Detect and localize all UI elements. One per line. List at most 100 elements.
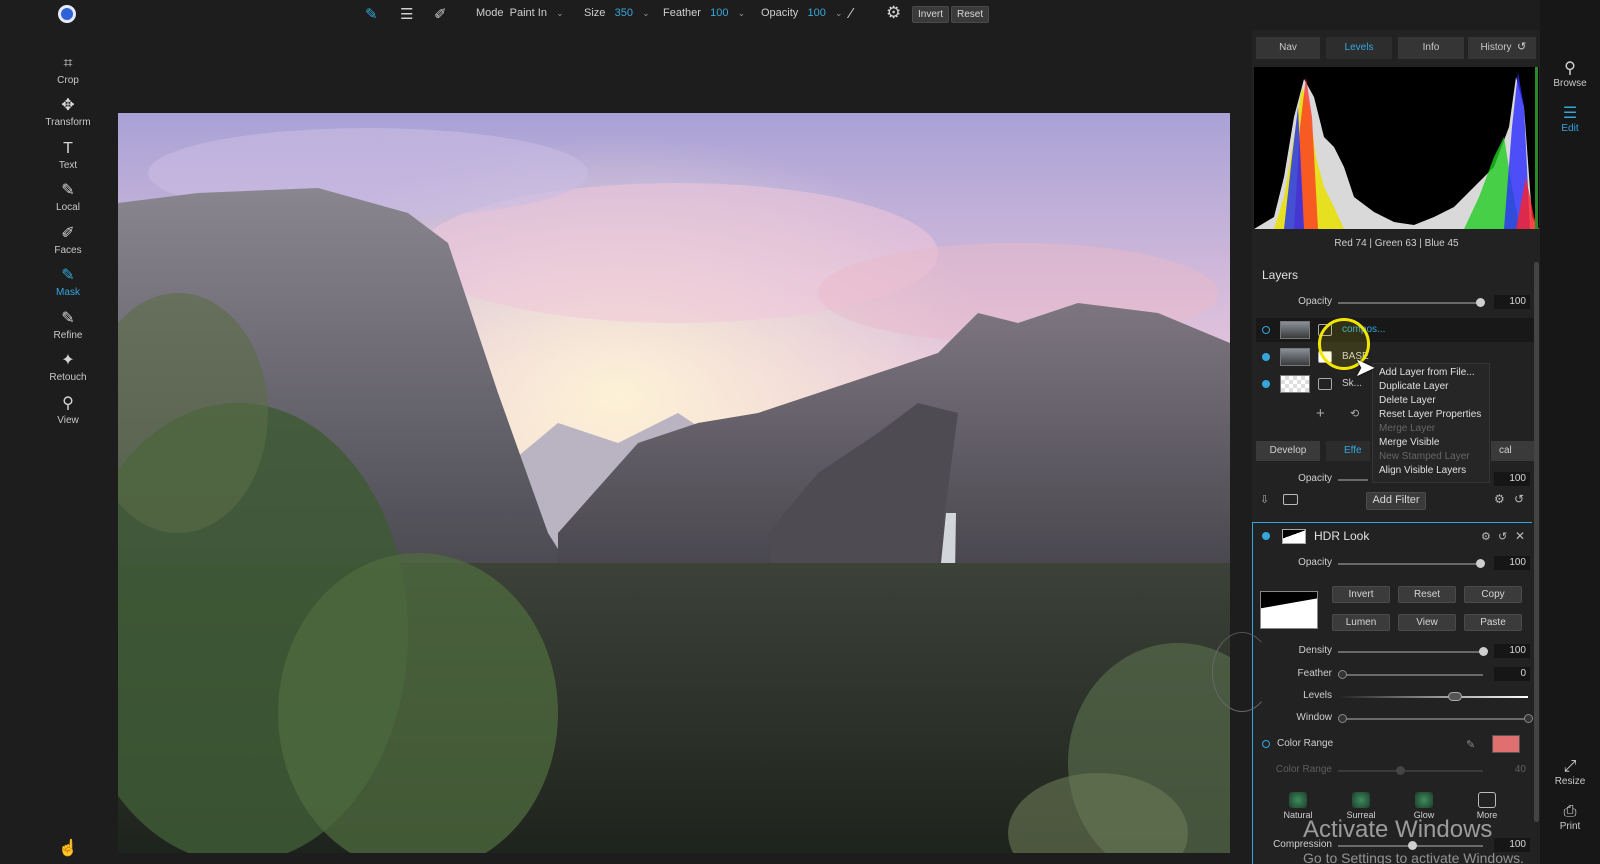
reset-button[interactable]: Reset bbox=[951, 6, 990, 23]
tab-effects[interactable]: Effe bbox=[1326, 441, 1370, 461]
panel-collapse-handle[interactable] bbox=[1212, 632, 1272, 712]
gear-icon[interactable]: ⚙ bbox=[1494, 492, 1505, 506]
hand-icon: ☝ bbox=[58, 840, 78, 857]
mask-paste-button[interactable]: Paste bbox=[1464, 614, 1522, 631]
tool-refine[interactable]: ✎ Refine bbox=[40, 310, 96, 341]
tool-crop[interactable]: ⌗ Crop bbox=[40, 55, 96, 86]
tool-retouch[interactable]: ✦ Retouch bbox=[40, 352, 96, 383]
tab-local[interactable]: cal bbox=[1491, 441, 1535, 461]
slider-knob[interactable] bbox=[1479, 647, 1488, 656]
reset-icon[interactable]: ↺ bbox=[1498, 530, 1507, 543]
menu-item-delete-layer[interactable]: Delete Layer bbox=[1379, 395, 1436, 406]
histogram-graph bbox=[1254, 67, 1539, 229]
mask-lumen-button[interactable]: Lumen bbox=[1332, 614, 1390, 631]
filter-presets-icon[interactable]: ⇩ bbox=[1260, 493, 1269, 506]
effects-opacity-value[interactable]: 100 bbox=[1494, 472, 1530, 486]
reset-icon[interactable]: ↺ bbox=[1514, 492, 1524, 506]
filter-mask-icon bbox=[1282, 529, 1306, 544]
invert-button[interactable]: Invert bbox=[912, 6, 950, 23]
levels-range-handle[interactable] bbox=[1448, 692, 1462, 701]
magic-wand-icon[interactable]: ⁄ bbox=[850, 5, 853, 22]
layer-visibility-toggle[interactable] bbox=[1262, 353, 1270, 361]
size-value[interactable]: 350 bbox=[615, 7, 633, 19]
mask-preview-thumbnail[interactable] bbox=[1260, 591, 1318, 629]
hdr-opacity-value[interactable]: 100 bbox=[1494, 556, 1530, 570]
layer-options-icon[interactable]: ⟲ bbox=[1350, 407, 1359, 420]
tab-nav[interactable]: Nav bbox=[1256, 37, 1320, 59]
history-undo-icon: ↺ bbox=[1517, 41, 1527, 53]
opacity-control[interactable]: Opacity 100 ⌄ bbox=[761, 7, 843, 19]
chisel-brush-icon[interactable]: ✐ bbox=[434, 5, 447, 23]
mask-toggle-icon[interactable] bbox=[1283, 494, 1298, 505]
module-label: Print bbox=[1559, 821, 1581, 832]
menu-item-new-stamped-layer: New Stamped Layer bbox=[1379, 451, 1470, 462]
color-range-swatch[interactable] bbox=[1492, 735, 1520, 753]
density-slider[interactable] bbox=[1338, 647, 1488, 656]
add-filter-button[interactable]: Add Filter bbox=[1366, 492, 1426, 510]
tab-levels[interactable]: Levels bbox=[1326, 37, 1392, 59]
gear-icon[interactable]: ⚙ bbox=[1481, 530, 1491, 543]
layer-visibility-toggle[interactable] bbox=[1262, 326, 1270, 334]
layer-visibility-toggle[interactable] bbox=[1262, 380, 1270, 388]
gear-icon[interactable]: ⚙ bbox=[886, 3, 901, 23]
menu-item-add-layer-from-file[interactable]: Add Layer from File... bbox=[1379, 367, 1475, 378]
menu-item-reset-layer-properties[interactable]: Reset Layer Properties bbox=[1379, 409, 1481, 420]
module-edit[interactable]: ☰ Edit bbox=[1540, 103, 1600, 134]
feather-value[interactable]: 0 bbox=[1494, 667, 1530, 681]
slider-knob[interactable] bbox=[1338, 714, 1347, 723]
slider-knob[interactable] bbox=[1338, 670, 1347, 679]
opacity-value[interactable]: 100 bbox=[807, 7, 825, 19]
tool-view[interactable]: ⚲ View bbox=[40, 395, 96, 426]
window-slider[interactable] bbox=[1338, 714, 1533, 723]
module-browse[interactable]: ⚲ Browse bbox=[1540, 58, 1600, 89]
tab-info[interactable]: Info bbox=[1398, 37, 1464, 59]
layer-mask-icon[interactable] bbox=[1318, 378, 1332, 390]
mask-invert-button[interactable]: Invert bbox=[1332, 586, 1390, 603]
mask-brush-icon[interactable]: ✎ bbox=[365, 5, 378, 23]
mode-select[interactable]: Mode Paint In ⌄ bbox=[476, 7, 564, 19]
menu-item-merge-visible[interactable]: Merge Visible bbox=[1379, 437, 1439, 448]
mode-label: Mode bbox=[476, 7, 504, 19]
tool-mask[interactable]: ✎ Mask bbox=[40, 267, 96, 298]
mask-reset-button[interactable]: Reset bbox=[1398, 586, 1456, 603]
feather-control[interactable]: Feather 100 ⌄ bbox=[663, 7, 745, 19]
slider-knob[interactable] bbox=[1476, 298, 1485, 307]
density-value[interactable]: 100 bbox=[1494, 644, 1530, 658]
close-icon[interactable]: ✕ bbox=[1515, 529, 1525, 543]
module-print[interactable]: ⎙ Print bbox=[1540, 803, 1600, 832]
layers-opacity-value[interactable]: 100 bbox=[1494, 295, 1530, 309]
menu-item-align-visible-layers[interactable]: Align Visible Layers bbox=[1379, 465, 1466, 476]
layers-opacity-slider[interactable] bbox=[1338, 298, 1485, 307]
mask-line-icon[interactable]: ☰ bbox=[400, 5, 413, 23]
panel-scrollbar[interactable] bbox=[1534, 262, 1539, 822]
activate-windows-watermark: Activate Windows bbox=[1303, 816, 1493, 843]
slider-knob[interactable] bbox=[1476, 559, 1485, 568]
color-range-slider[interactable] bbox=[1338, 766, 1483, 775]
feather-value[interactable]: 100 bbox=[710, 7, 728, 19]
slider-knob[interactable] bbox=[1396, 766, 1405, 775]
mask-view-button[interactable]: View bbox=[1398, 614, 1456, 631]
hdr-opacity-slider[interactable] bbox=[1338, 559, 1485, 568]
module-resize[interactable]: ⤢ Resize bbox=[1540, 758, 1600, 787]
layer-row-composite[interactable]: compos... bbox=[1256, 318, 1536, 342]
hdr-look-title: HDR Look bbox=[1314, 529, 1370, 543]
tool-transform[interactable]: ✥ Transform bbox=[40, 97, 96, 128]
levels-slider[interactable] bbox=[1338, 692, 1528, 701]
tool-text[interactable]: T Text bbox=[40, 140, 96, 171]
filter-enable-toggle[interactable] bbox=[1262, 532, 1270, 540]
effects-opacity-slider[interactable] bbox=[1338, 479, 1368, 481]
slider-knob[interactable] bbox=[1524, 714, 1533, 723]
size-control[interactable]: Size 350 ⌄ bbox=[584, 7, 650, 19]
mask-copy-button[interactable]: Copy bbox=[1464, 586, 1522, 603]
tool-local[interactable]: ✎ Local bbox=[40, 182, 96, 213]
feather-slider[interactable] bbox=[1338, 670, 1483, 679]
compression-slider[interactable] bbox=[1338, 841, 1483, 850]
add-layer-icon[interactable]: + bbox=[1316, 405, 1325, 422]
image-canvas[interactable] bbox=[118, 113, 1230, 853]
tool-faces[interactable]: ✐ Faces bbox=[40, 225, 96, 256]
eyedropper-icon[interactable]: ✎ bbox=[1466, 738, 1475, 751]
menu-item-duplicate-layer[interactable]: Duplicate Layer bbox=[1379, 381, 1448, 392]
tool-hand[interactable]: ☝ bbox=[40, 840, 96, 860]
tab-develop[interactable]: Develop bbox=[1256, 441, 1320, 461]
color-range-toggle[interactable] bbox=[1262, 740, 1270, 748]
